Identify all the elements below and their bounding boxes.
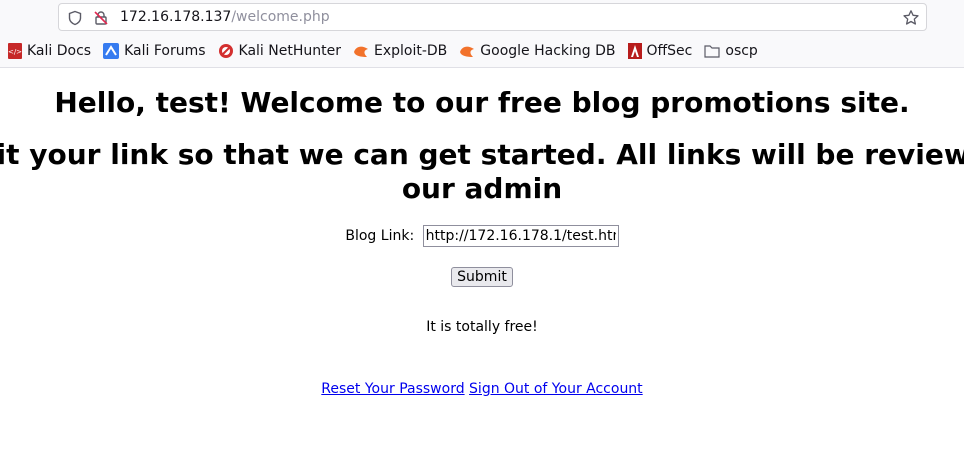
address-bar[interactable]: 172.16.178.137/welcome.php (58, 3, 927, 31)
reset-password-link[interactable]: Reset Your Password (321, 381, 464, 397)
bookmark-offsec[interactable]: OffSec (627, 42, 693, 59)
url-path: /welcome.php (231, 9, 330, 25)
blog-link-input[interactable] (422, 225, 619, 247)
bookmark-label: OffSec (646, 42, 693, 59)
bookmark-kali-nethunter[interactable]: Kali NetHunter (218, 43, 341, 59)
bookmarks-toolbar: </> Kali Docs Kali Forums Kali NetHunter… (0, 34, 964, 68)
account-links: Reset Your Password Sign Out of Your Acc… (0, 381, 964, 397)
page-content: Hello, test! Welcome to our free blog pr… (0, 68, 964, 463)
kali-forums-icon (103, 42, 120, 59)
shield-icon[interactable] (67, 10, 83, 30)
submit-instructions-heading: Submit your link so that we can get star… (0, 138, 964, 205)
ghdb-icon (460, 46, 475, 57)
bookmark-kali-forums[interactable]: Kali Forums (103, 42, 206, 59)
offsec-icon (627, 42, 642, 59)
bookmark-kali-docs[interactable]: </> Kali Docs (8, 42, 92, 59)
bookmark-star-icon[interactable] (902, 9, 920, 31)
blog-link-label: Blog Link: (345, 228, 415, 244)
submit-button[interactable]: Submit (451, 267, 513, 287)
svg-text:</>: </> (8, 48, 22, 56)
exploit-db-icon (353, 46, 368, 57)
greeting-heading: Hello, test! Welcome to our free blog pr… (54, 86, 910, 119)
bookmark-label: Google Hacking DB (480, 42, 616, 59)
blog-link-form: Blog Link: (0, 225, 964, 247)
folder-icon (704, 44, 720, 58)
bookmark-exploit-db[interactable]: Exploit-DB (353, 43, 447, 59)
kali-nethunter-icon (218, 43, 233, 58)
bookmark-label: Exploit-DB (373, 42, 448, 59)
bookmark-label: oscp (725, 42, 758, 59)
bookmark-label: Kali NetHunter (238, 42, 341, 59)
bookmark-ghdb[interactable]: Google Hacking DB (459, 42, 616, 59)
bookmark-oscp[interactable]: oscp (704, 42, 758, 59)
insecure-lock-icon[interactable] (93, 10, 109, 30)
free-notice: It is totally free! (426, 319, 538, 335)
url-host: 172.16.178.137 (120, 9, 232, 25)
bookmark-label: Kali Docs (27, 42, 92, 59)
url-text[interactable]: 172.16.178.137/welcome.php (120, 9, 330, 25)
sign-out-link[interactable]: Sign Out of Your Account (469, 381, 643, 397)
submit-row: Submit (0, 266, 964, 287)
browser-toolbar: 172.16.178.137/welcome.php (0, 0, 964, 34)
bookmark-label: Kali Forums (124, 42, 206, 59)
kali-docs-icon: </> (8, 42, 22, 59)
